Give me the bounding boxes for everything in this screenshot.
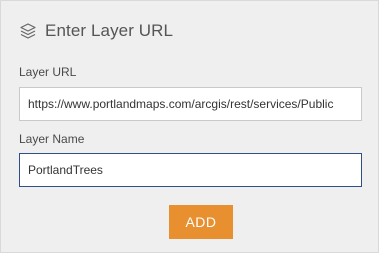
layer-name-label: Layer Name [19, 132, 85, 146]
layer-url-input[interactable] [19, 87, 362, 121]
add-button[interactable]: ADD [169, 205, 233, 239]
panel-header: Enter Layer URL [19, 21, 173, 41]
layer-name-input[interactable] [19, 153, 362, 187]
layer-url-label: Layer URL [19, 65, 77, 79]
page-title: Enter Layer URL [45, 21, 174, 40]
enter-layer-url-panel: Enter Layer URL Layer URL Layer Name ADD [0, 0, 379, 253]
layers-icon [19, 22, 37, 40]
